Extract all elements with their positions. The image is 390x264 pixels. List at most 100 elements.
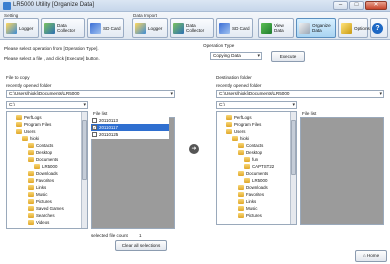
tree-item[interactable]: Videos [28,219,49,226]
selected-file-count-label: selected file count [91,233,128,238]
folder-icon [28,213,34,218]
tree-item[interactable]: hioki [232,135,249,142]
tree-item[interactable]: PerfLogs [16,114,42,121]
folder-icon [238,199,244,204]
folder-icon [28,220,34,225]
home-button[interactable]: ⌂ Home [355,250,387,262]
options-button[interactable]: Options [338,18,370,38]
source-drive-value: C:\ [9,102,15,107]
tree-item[interactable]: Contacts [238,142,263,149]
file-name: 20110113 [99,118,118,123]
tree-item-label: Users [24,129,36,134]
file-row[interactable]: 20110113 [91,117,151,124]
tree-item[interactable]: Desktop [28,149,52,156]
tree-item-label: PerfLogs [234,115,252,120]
minimize-button[interactable]: – [333,1,348,10]
scrollbar-thumb[interactable] [291,120,296,175]
tree-item[interactable]: Links [28,184,46,191]
home-icon: ⌂ [362,253,366,258]
tree-item-label: Users [234,129,246,134]
maximize-button[interactable]: □ [349,1,364,10]
folder-icon [244,157,250,162]
tree-item-label: Program Files [24,122,52,127]
tree-item[interactable]: Desktop [238,149,262,156]
tree-item[interactable]: Searches [28,212,55,219]
tree-item[interactable]: CAPTST22 [244,163,274,170]
source-recent-folder-dropdown[interactable]: C:\Users\hioki\Documents\LR5000 ▾ [6,90,175,98]
tree-item[interactable]: Contacts [28,142,53,149]
tree-item[interactable]: Program Files [226,121,261,128]
tree-item[interactable]: Downloads [238,184,268,191]
file-row-selected[interactable]: ✓ 20110117 [91,124,169,131]
clear-selections-button[interactable]: Clear all selections [115,240,167,251]
tree-item[interactable]: hioki [22,135,39,142]
tree-item[interactable]: Pictures [238,212,262,219]
file-row[interactable]: 20110125 [91,131,151,138]
file-checkbox[interactable] [92,118,97,123]
destination-recent-folder-dropdown[interactable]: C:\Users\hioki\Documents\LR5000 ▾ [216,90,384,98]
tree-item[interactable]: Documents [28,156,58,163]
tree-item[interactable]: Documents [238,170,268,177]
folder-icon [238,192,244,197]
tree-item[interactable]: PerfLogs [226,114,252,121]
destination-file-list[interactable] [300,117,384,225]
tree-item[interactable]: Favorites [28,177,54,184]
tree-item-label: Contacts [36,143,54,148]
tree-item[interactable]: Favorites [238,191,264,198]
file-checkbox-checked[interactable]: ✓ [92,125,97,130]
tree-item[interactable]: Program Files [16,121,51,128]
source-drive-dropdown[interactable]: C:\ ▾ [6,101,88,109]
tree-item[interactable]: Pictures [28,198,52,205]
tree-item[interactable]: Links [238,198,256,205]
scrollbar-thumb[interactable] [82,120,87,180]
folder-icon [28,178,34,183]
tree-item[interactable]: Users [226,128,245,135]
tree-item[interactable]: Music [28,191,47,198]
destination-folder-tree[interactable]: PerfLogs Program Files Users hioki Conta… [216,111,297,225]
folder-icon [34,164,40,169]
tree-item-label: Links [36,185,47,190]
setting-logger-button[interactable]: Logger [3,18,39,38]
folder-icon [226,122,232,127]
tree-item-label: LR5000 [252,178,268,183]
execute-button[interactable]: Execute [271,51,305,62]
tree-item-label: Documents [36,157,59,162]
setting-sd-card-button[interactable]: SD Card [87,18,124,38]
organize-data-button[interactable]: Organize Data [296,18,336,38]
tree-item[interactable]: LR5000 [244,177,267,184]
import-sd-card-button[interactable]: SD Card [216,18,253,38]
folder-icon [22,136,28,141]
close-button[interactable]: ✕ [365,1,387,10]
destination-drive-dropdown[interactable]: C:\ ▾ [216,101,297,109]
folder-icon [232,136,238,141]
folder-icon [28,206,34,211]
tree-item[interactable]: Downloads [28,170,58,177]
file-to-copy-label: File to copy [6,75,30,80]
folder-icon [244,164,250,169]
tree-item[interactable]: fun [244,156,258,163]
tree-item[interactable]: LR5000 [34,163,57,170]
chevron-down-icon: ▾ [379,91,382,97]
tree-scrollbar[interactable] [290,112,296,224]
help-button[interactable]: ? [370,18,388,38]
tree-item[interactable]: Music [238,205,257,212]
import-data-collector-button[interactable]: Data Collector [170,18,214,38]
tree-item[interactable]: Saved Games [28,205,64,212]
source-file-rows: 20110113 ✓ 20110117 20110125 [91,117,169,139]
file-name: 20110117 [99,125,118,130]
destination-folder-label: Destination folder [216,75,252,80]
operation-type-value: Copying Data [213,53,241,58]
tree-item[interactable]: Users [16,128,35,135]
tree-item-label: Downloads [36,171,58,176]
tree-item-label: Searches [36,213,55,218]
tree-scrollbar[interactable] [81,112,87,228]
operation-type-dropdown[interactable]: Copying Data ▾ [210,52,262,60]
organize-data-label: Organize Data [312,23,331,33]
setting-data-collector-button[interactable]: Data Collector [41,18,85,38]
view-data-button[interactable]: View Data [258,18,294,38]
import-logger-button[interactable]: Logger [132,18,168,38]
folder-icon [238,206,244,211]
sd-card-icon [90,22,101,34]
file-checkbox[interactable] [92,132,97,137]
source-folder-tree[interactable]: PerfLogs Program Files Users hioki Conta… [6,111,88,229]
